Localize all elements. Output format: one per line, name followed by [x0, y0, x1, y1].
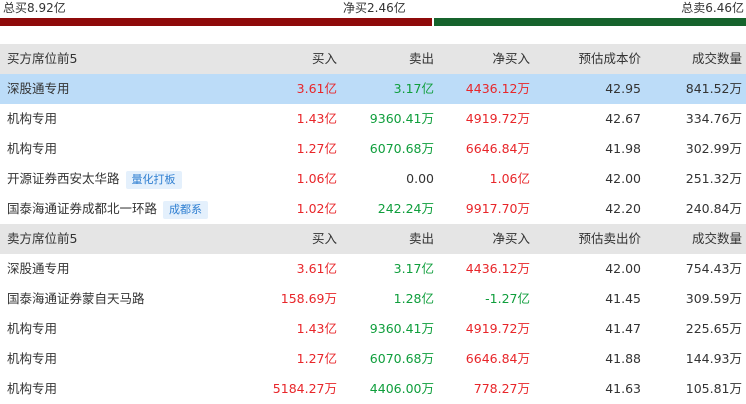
sell-amount: 242.24万 — [377, 201, 434, 216]
table-row[interactable]: 机构专用 1.27亿 6070.68万 6646.84万 41.88 144.9… — [0, 344, 746, 374]
header-sell: 卖出 — [408, 231, 434, 246]
est-price: 41.45 — [605, 291, 641, 306]
header-seat: 买方席位前5 — [7, 51, 78, 66]
sell-table-header: 卖方席位前5 买入 卖出 净买入 预估卖出价 成交数量 — [0, 224, 746, 254]
buy-amount: 158.69万 — [280, 291, 337, 306]
seat-name-cell: 国泰海通证券成都北一环路 成都系 — [7, 194, 209, 224]
header-volume: 成交数量 — [691, 51, 742, 66]
net-amount: 4436.12万 — [465, 261, 530, 276]
header-buy: 买入 — [311, 51, 337, 66]
buy-amount: 5184.27万 — [272, 381, 337, 396]
sell-amount: 9360.41万 — [369, 321, 434, 336]
net-amount: 1.06亿 — [489, 171, 530, 186]
header-price: 预估卖出价 — [578, 231, 641, 246]
total-sell-label: 总卖6.46亿 — [681, 1, 744, 15]
volume: 105.81万 — [685, 381, 742, 396]
sell-amount: 0.00 — [406, 171, 434, 186]
volume: 225.65万 — [685, 321, 742, 336]
est-price: 42.67 — [605, 111, 641, 126]
header-seat: 卖方席位前5 — [7, 231, 78, 246]
est-price: 41.63 — [605, 381, 641, 396]
seat-name[interactable]: 国泰海通证券蒙自天马路 — [7, 284, 145, 314]
header-net: 净买入 — [492, 51, 530, 66]
sell-amount: 3.17亿 — [393, 81, 434, 96]
seat-tag[interactable]: 成都系 — [163, 200, 209, 219]
volume: 144.93万 — [685, 351, 742, 366]
net-amount: 9917.70万 — [465, 201, 530, 216]
buy-amount: 1.43亿 — [296, 321, 337, 336]
table-row[interactable]: 机构专用 5184.27万 4406.00万 778.27万 41.63 105… — [0, 374, 746, 404]
seat-name[interactable]: 机构专用 — [7, 344, 57, 374]
seat-name[interactable]: 机构专用 — [7, 134, 57, 164]
table-row[interactable]: 深股通专用 3.61亿 3.17亿 4436.12万 42.95 841.52万 — [0, 74, 746, 104]
est-price: 41.88 — [605, 351, 641, 366]
volume: 302.99万 — [685, 141, 742, 156]
buy-amount: 1.43亿 — [296, 111, 337, 126]
seat-name-cell: 开源证券西安太华路 量化打板 — [7, 164, 182, 194]
sell-amount: 6070.68万 — [369, 351, 434, 366]
seat-tag[interactable]: 量化打板 — [125, 170, 182, 189]
sell-amount: 1.28亿 — [393, 291, 434, 306]
seat-name[interactable]: 机构专用 — [7, 374, 57, 404]
net-buy-label: 净买2.46亿 — [343, 1, 406, 15]
est-price: 42.00 — [605, 171, 641, 186]
volume: 334.76万 — [685, 111, 742, 126]
est-price: 42.00 — [605, 261, 641, 276]
volume: 240.84万 — [685, 201, 742, 216]
header-net: 净买入 — [492, 231, 530, 246]
volume: 309.59万 — [685, 291, 742, 306]
net-amount: 4919.72万 — [465, 111, 530, 126]
volume: 251.32万 — [685, 171, 742, 186]
sell-ratio-bar — [434, 18, 746, 26]
volume: 841.52万 — [685, 81, 742, 96]
header-volume: 成交数量 — [691, 231, 742, 246]
header-buy: 买入 — [311, 231, 337, 246]
table-row[interactable]: 国泰海通证券蒙自天马路 158.69万 1.28亿 -1.27亿 41.45 3… — [0, 284, 746, 314]
header-sell: 卖出 — [408, 51, 434, 66]
net-amount: 4436.12万 — [465, 81, 530, 96]
buy-amount: 1.06亿 — [296, 171, 337, 186]
table-row[interactable]: 机构专用 1.43亿 9360.41万 4919.72万 41.47 225.6… — [0, 314, 746, 344]
buy-amount: 3.61亿 — [296, 81, 337, 96]
seat-name[interactable]: 国泰海通证券成都北一环路 — [7, 201, 157, 216]
sell-amount: 3.17亿 — [393, 261, 434, 276]
net-amount: 778.27万 — [473, 381, 530, 396]
buy-amount: 1.02亿 — [296, 201, 337, 216]
sell-amount: 9360.41万 — [369, 111, 434, 126]
table-row[interactable]: 深股通专用 3.61亿 3.17亿 4436.12万 42.00 754.43万 — [0, 254, 746, 284]
buy-amount: 3.61亿 — [296, 261, 337, 276]
net-amount: -1.27亿 — [485, 291, 530, 306]
table-row[interactable]: 开源证券西安太华路 量化打板 1.06亿 0.00 1.06亿 42.00 251… — [0, 164, 746, 194]
buy-table-header: 买方席位前5 买入 卖出 净买入 预估成本价 成交数量 — [0, 44, 746, 74]
buy-amount: 1.27亿 — [296, 351, 337, 366]
seat-name[interactable]: 深股通专用 — [7, 254, 70, 284]
seat-name[interactable]: 开源证券西安太华路 — [7, 171, 120, 186]
est-price: 41.98 — [605, 141, 641, 156]
header-price: 预估成本价 — [578, 51, 641, 66]
sell-amount: 6070.68万 — [369, 141, 434, 156]
net-amount: 6646.84万 — [465, 141, 530, 156]
buy-amount: 1.27亿 — [296, 141, 337, 156]
net-amount: 6646.84万 — [465, 351, 530, 366]
table-row[interactable]: 机构专用 1.27亿 6070.68万 6646.84万 41.98 302.9… — [0, 134, 746, 164]
summary-bar: 总买8.92亿 净买2.46亿 总卖6.46亿 — [0, 0, 746, 30]
table-row[interactable]: 国泰海通证券成都北一环路 成都系 1.02亿 242.24万 9917.70万 4… — [0, 194, 746, 224]
total-buy-label: 总买8.92亿 — [3, 1, 66, 15]
net-amount: 4919.72万 — [465, 321, 530, 336]
est-price: 41.47 — [605, 321, 641, 336]
seat-name[interactable]: 机构专用 — [7, 104, 57, 134]
sell-amount: 4406.00万 — [369, 381, 434, 396]
seat-name[interactable]: 机构专用 — [7, 314, 57, 344]
table-row[interactable]: 机构专用 1.43亿 9360.41万 4919.72万 42.67 334.7… — [0, 104, 746, 134]
est-price: 42.20 — [605, 201, 641, 216]
buy-ratio-bar — [0, 18, 432, 26]
est-price: 42.95 — [605, 81, 641, 96]
seat-name[interactable]: 深股通专用 — [7, 74, 70, 104]
volume: 754.43万 — [685, 261, 742, 276]
